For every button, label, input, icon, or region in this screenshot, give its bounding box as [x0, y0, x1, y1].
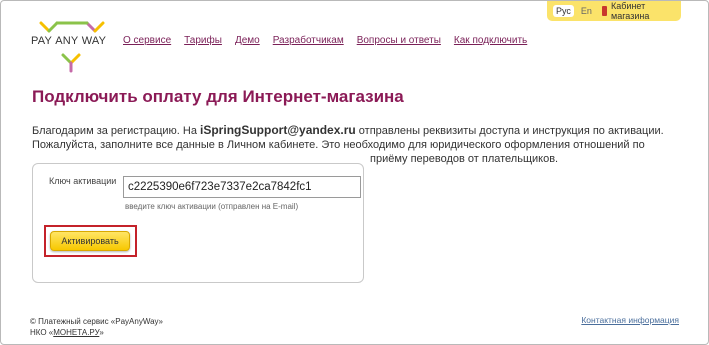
nav-item-tariffs[interactable]: Тарифы	[184, 35, 222, 46]
lang-ru-button[interactable]: Рус	[553, 5, 574, 17]
cabinet-link[interactable]: Кабинет магазина	[611, 1, 675, 21]
page-title: Подключить оплату для Интернет-магазина	[32, 87, 404, 106]
moneta-link[interactable]: МОНЕТА.РУ	[53, 328, 99, 337]
activation-key-input[interactable]	[123, 176, 361, 198]
logo-text: PAY ANY WAY	[31, 35, 107, 47]
intro-part1: Благодарим за регистрацию. На	[32, 125, 201, 137]
activation-form: Ключ активации введите ключ активации (о…	[32, 163, 364, 283]
activate-button[interactable]: Активировать	[50, 231, 130, 251]
activation-key-label: Ключ активации	[49, 176, 117, 186]
top-panel: Рус En Кабинет магазина	[547, 1, 681, 21]
activate-button-highlight: Активировать	[44, 225, 137, 257]
cabinet-icon	[601, 6, 608, 16]
main-nav: О сервисе Тарифы Демо Разработчикам Вопр…	[123, 35, 540, 46]
nav-item-developers[interactable]: Разработчикам	[273, 35, 344, 46]
registered-email: iSpringSupport@yandex.ru	[200, 123, 356, 137]
nko-line: НКО «МОНЕТА.РУ»	[30, 328, 104, 337]
contact-info-link[interactable]: Контактная информация	[581, 315, 679, 325]
footer-copyright: © Платежный сервис «PayAnyWay» НКО «МОНЕ…	[30, 316, 163, 338]
nav-item-faq[interactable]: Вопросы и ответы	[357, 35, 441, 46]
intro-text: Благодарим за регистрацию. На iSpringSup…	[32, 123, 672, 166]
logo-graphic	[39, 21, 105, 73]
window-frame: Рус En Кабинет магазина PAY ANY WAY О се…	[0, 0, 709, 345]
nav-item-about[interactable]: О сервисе	[123, 35, 171, 46]
copyright-text: © Платежный сервис «PayAnyWay»	[30, 317, 163, 326]
lang-en-button[interactable]: En	[578, 5, 595, 17]
logo[interactable]: PAY ANY WAY	[31, 21, 113, 73]
nav-item-how-to-connect[interactable]: Как подключить	[454, 35, 527, 46]
activation-key-hint: введите ключ активации (отправлен на E-m…	[125, 202, 299, 211]
nav-item-demo[interactable]: Демо	[235, 35, 260, 46]
